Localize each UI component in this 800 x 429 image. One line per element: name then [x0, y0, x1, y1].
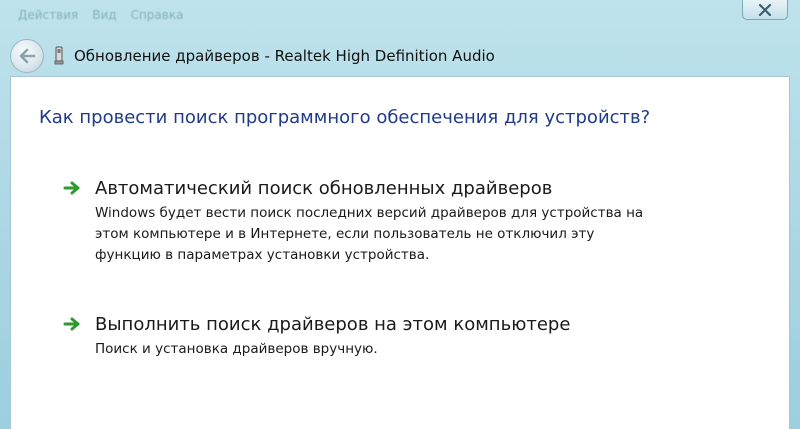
- page-heading: Как провести поиск программного обеспече…: [39, 107, 651, 128]
- menu-item-actions[interactable]: Действия: [18, 8, 78, 26]
- back-arrow-icon: [19, 48, 36, 64]
- back-button[interactable]: [10, 39, 44, 73]
- driver-update-window: Действия Вид Справка Обновление драйверо…: [0, 0, 800, 429]
- menu-item-help[interactable]: Справка: [131, 8, 184, 26]
- option-manual-search-description: Поиск и установка драйверов вручную.: [95, 341, 378, 357]
- option-manual-search[interactable]: Выполнить поиск драйверов на этом компью…: [63, 313, 743, 360]
- window-title: Обновление драйверов - Realtek High Defi…: [74, 47, 495, 65]
- device-icon: [54, 46, 64, 66]
- green-arrow-icon: [63, 181, 80, 195]
- content-area: Как провести поиск программного обеспече…: [10, 76, 790, 429]
- option-auto-search[interactable]: Автоматический поиск обновленных драйвер…: [63, 177, 743, 266]
- menu-item-view[interactable]: Вид: [92, 8, 116, 26]
- menu-bar: Действия Вид Справка: [18, 8, 183, 26]
- title-bar: Обновление драйверов - Realtek High Defi…: [10, 38, 790, 74]
- green-arrow-icon: [63, 317, 80, 331]
- option-manual-search-title: Выполнить поиск драйверов на этом компью…: [95, 314, 571, 335]
- close-button[interactable]: [742, 0, 788, 20]
- option-auto-search-title: Автоматический поиск обновленных драйвер…: [95, 178, 553, 199]
- option-auto-search-description: Windows будет вести поиск последних верс…: [95, 205, 644, 263]
- close-icon: [758, 3, 772, 16]
